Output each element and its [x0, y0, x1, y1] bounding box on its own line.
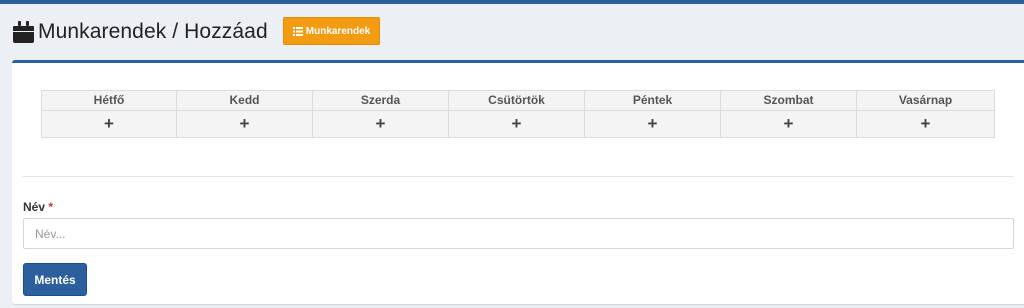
add-shift-button-thursday[interactable]: +: [449, 111, 584, 137]
add-shift-button-monday[interactable]: +: [42, 111, 176, 137]
name-label-text: Név: [23, 200, 46, 214]
name-input[interactable]: [23, 218, 1014, 249]
list-icon: [292, 26, 303, 36]
day-header: Szombat: [721, 91, 856, 111]
add-shift-button-tuesday[interactable]: +: [177, 111, 312, 137]
section-divider: [23, 176, 1013, 177]
add-shift-button-friday[interactable]: +: [585, 111, 720, 137]
day-header: Hétfő: [42, 91, 176, 111]
save-button[interactable]: Mentés: [23, 263, 87, 296]
day-column-saturday: Szombat +: [721, 90, 857, 138]
day-header: Kedd: [177, 91, 312, 111]
day-header: Csütörtök: [449, 91, 584, 111]
page-header: Munkarendek / Hozzáad: [13, 17, 268, 47]
required-marker: *: [48, 200, 54, 214]
day-column-wednesday: Szerda +: [313, 90, 449, 138]
weekly-schedule-table: Hétfő + Kedd + Szerda + Csütörtök + Pént…: [41, 90, 995, 138]
add-shift-button-sunday[interactable]: +: [857, 111, 994, 137]
add-shift-button-saturday[interactable]: +: [721, 111, 856, 137]
work-schedules-button[interactable]: Munkarendek: [283, 17, 380, 45]
page-title: Munkarendek / Hozzáad: [38, 20, 268, 43]
day-column-thursday: Csütörtök +: [449, 90, 585, 138]
day-header: Vasárnap: [857, 91, 994, 111]
day-header: Szerda: [313, 91, 448, 111]
calendar-icon: [13, 21, 34, 43]
work-schedules-button-label: Munkarendek: [305, 25, 371, 37]
name-field-label: Név *: [23, 200, 53, 214]
day-header: Péntek: [585, 91, 720, 111]
top-accent-bar: [0, 0, 1024, 4]
day-column-sunday: Vasárnap +: [857, 90, 995, 138]
add-shift-button-wednesday[interactable]: +: [313, 111, 448, 137]
form-card: Hétfő + Kedd + Szerda + Csütörtök + Pént…: [12, 60, 1024, 304]
day-column-monday: Hétfő +: [41, 90, 177, 138]
day-column-friday: Péntek +: [585, 90, 721, 138]
day-column-tuesday: Kedd +: [177, 90, 313, 138]
